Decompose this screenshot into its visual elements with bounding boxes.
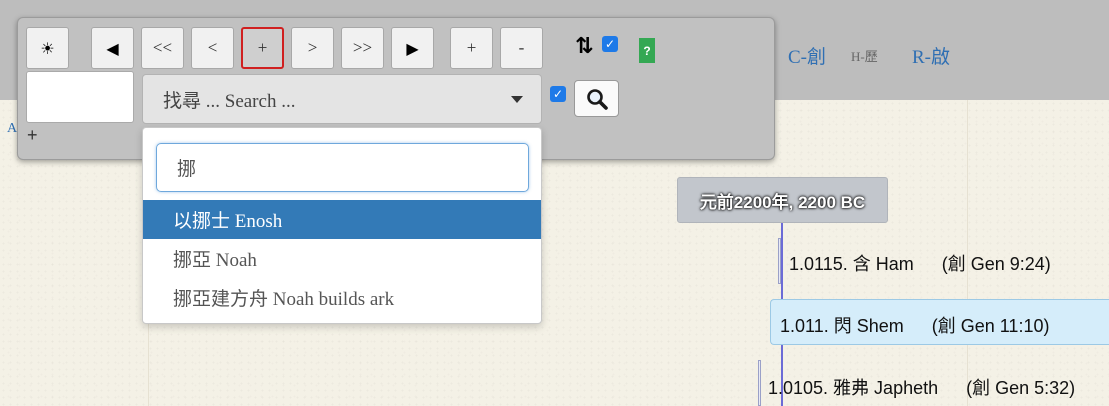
sun-icon: ☀ <box>40 38 55 58</box>
event-title: 1.0115. 含 Ham <box>789 254 914 274</box>
event-marker <box>758 360 761 406</box>
remove-button[interactable]: - <box>500 27 543 69</box>
magnifier-icon <box>586 88 608 110</box>
search-checkbox[interactable]: ✓ <box>550 86 566 102</box>
link-history[interactable]: H-歷 <box>851 46 878 65</box>
event-ref: (創 Gen 11:10) <box>931 316 1050 336</box>
event-title: 1.0105. 雅弗 Japheth <box>768 378 939 398</box>
search-input[interactable]: 挪 <box>156 143 529 192</box>
search-result-item[interactable]: 挪亞建方舟 Noah builds ark <box>143 278 541 317</box>
search-placeholder: 找尋 ... Search ... <box>163 90 296 112</box>
event-ref: (創 Gen 5:32) <box>966 378 1076 398</box>
help-button[interactable]: ? <box>639 38 655 63</box>
add-button[interactable]: + <box>450 27 493 69</box>
event-title: 1.011. 閃 Shem <box>780 316 904 336</box>
fast-forward-button[interactable]: >> <box>341 27 384 69</box>
sort-checkbox[interactable]: ✓ <box>602 36 618 52</box>
side-label[interactable]: A <box>7 121 17 137</box>
fast-back-button[interactable]: << <box>141 27 184 69</box>
play-back-button[interactable]: ◀ <box>91 27 134 69</box>
search-button[interactable] <box>574 80 619 117</box>
search-result-item[interactable]: 挪亞 Noah <box>143 239 541 278</box>
step-forward-button[interactable]: > <box>291 27 334 69</box>
sort-icon[interactable]: ⇅ <box>575 34 593 59</box>
add-row-button[interactable]: + <box>27 125 38 146</box>
search-dropdown: 挪 以挪士 Enosh 挪亞 Noah 挪亞建方舟 Noah builds ar… <box>142 127 542 324</box>
timeline-event[interactable]: 1.011. 閃 Shem (創 Gen 11:10) <box>780 312 1049 338</box>
play-forward-button[interactable]: ▶ <box>391 27 434 69</box>
step-back-button[interactable]: < <box>191 27 234 69</box>
date-label: 元前2200年, 2200 BC <box>677 177 888 223</box>
search-select[interactable]: 找尋 ... Search ... <box>142 74 542 124</box>
timeline-event[interactable]: 1.0105. 雅弗 Japheth (創 Gen 5:32) <box>768 374 1075 400</box>
zoom-in-button[interactable]: + <box>241 27 284 69</box>
triangle-left-icon: ◀ <box>106 38 119 58</box>
link-creation[interactable]: C-創 <box>788 42 826 69</box>
triangle-right-icon: ▶ <box>406 38 419 58</box>
event-ref: (創 Gen 9:24) <box>941 254 1051 274</box>
link-revelation[interactable]: R-啟 <box>912 42 950 69</box>
chevron-down-icon <box>511 96 523 103</box>
event-marker <box>778 238 781 284</box>
timeline-event[interactable]: 1.0115. 含 Ham (創 Gen 9:24) <box>789 250 1051 276</box>
year-input[interactable] <box>26 71 134 123</box>
theme-toggle-button[interactable]: ☀ <box>26 27 69 69</box>
search-result-item[interactable]: 以挪士 Enosh <box>143 200 541 239</box>
